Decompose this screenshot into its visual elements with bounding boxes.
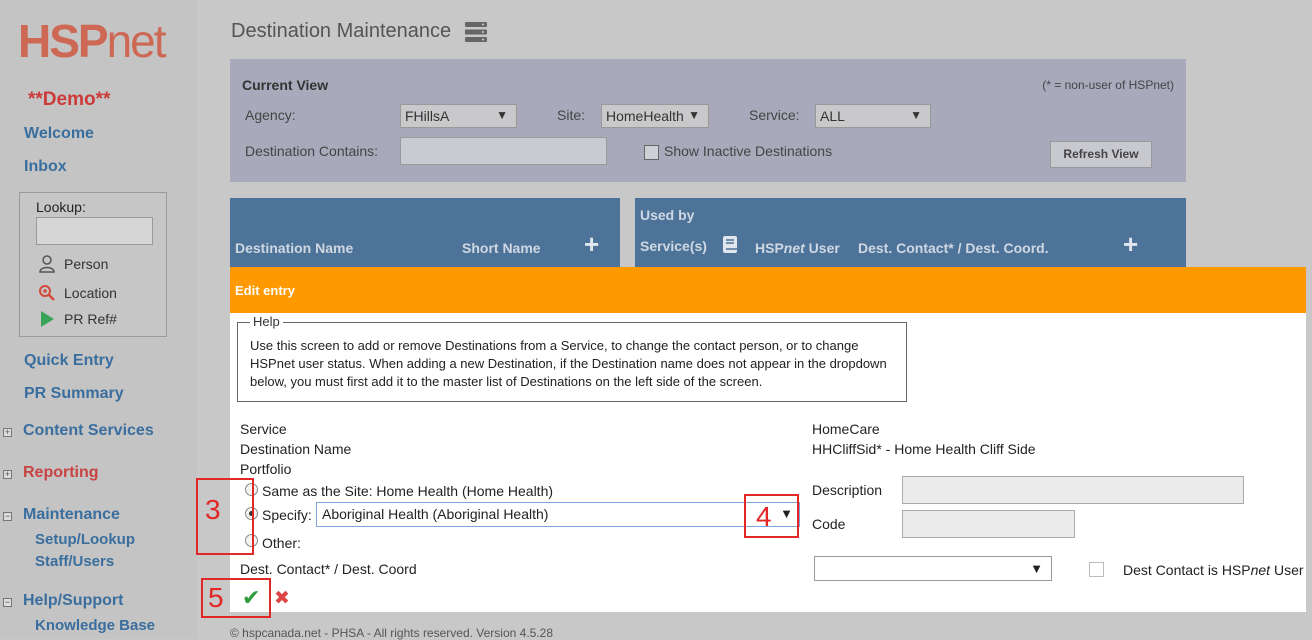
col-short-name[interactable]: Short Name: [462, 240, 541, 256]
portfolio-specify-value: Aboriginal Health (Aboriginal Health): [322, 506, 549, 522]
used-by-label: Used by: [640, 207, 695, 223]
nav-inbox[interactable]: Inbox: [24, 158, 67, 176]
service-select[interactable]: ALL ▼: [815, 104, 931, 128]
person-icon: [38, 255, 56, 273]
nav-staff-users[interactable]: Staff/Users: [35, 553, 114, 570]
annotation-3: 3: [196, 478, 254, 555]
radio-same-as-site-label: Same as the Site: Home Health (Home Heal…: [262, 483, 554, 499]
hspnet-logo[interactable]: HSPnet: [18, 14, 167, 68]
radio-other-label: Other:: [262, 535, 301, 551]
nav-content-services[interactable]: Content Services: [23, 422, 154, 440]
refresh-view-button[interactable]: Refresh View: [1050, 141, 1152, 168]
site-label: Site:: [557, 107, 586, 123]
lookup-pr-ref[interactable]: PR Ref#: [38, 311, 117, 327]
lookup-pr-ref-label: PR Ref#: [64, 311, 117, 327]
service-value: ALL: [820, 108, 845, 124]
col-hspnet-user[interactable]: HSPnet User: [755, 240, 840, 256]
current-view-panel: Current View (* = non-user of HSPnet) Ag…: [230, 59, 1186, 182]
nav-setup-lookup[interactable]: Setup/Lookup: [35, 531, 135, 548]
nav-quick-entry[interactable]: Quick Entry: [24, 352, 114, 370]
portfolio-label: Portfolio: [240, 461, 292, 477]
lookup-person[interactable]: Person: [38, 255, 108, 273]
service-field-label: Service: [240, 421, 287, 437]
destination-name-label: Destination Name: [240, 441, 352, 457]
x-icon[interactable]: ✖: [274, 587, 290, 610]
annotation-4: 4: [744, 494, 799, 538]
collapse-maintenance-icon[interactable]: −: [3, 512, 12, 521]
edit-entry-panel: Help Use this screen to add or remove De…: [230, 313, 1306, 612]
chevron-down-icon: ▼: [910, 108, 922, 122]
agency-select[interactable]: FHillsA ▼: [400, 104, 517, 128]
non-user-note: (* = non-user of HSPnet): [1042, 78, 1174, 92]
radio-specify-label: Specify:: [262, 507, 312, 523]
nav-reporting[interactable]: Reporting: [23, 464, 99, 482]
nav-pr-summary[interactable]: PR Summary: [24, 385, 124, 403]
help-text: Use this screen to add or remove Destina…: [250, 338, 887, 389]
footer: © hspcanada.net - PHSA - All rights rese…: [230, 626, 554, 640]
code-input[interactable]: [902, 510, 1075, 538]
lookup-location[interactable]: Location: [38, 284, 117, 302]
lookup-panel: Lookup: Person Location PR Ref#: [19, 192, 167, 337]
lookup-person-label: Person: [64, 256, 109, 272]
used-by-table-header: Used by Service(s) HSPnet User Dest. Con…: [635, 198, 1186, 267]
description-input[interactable]: [902, 476, 1244, 504]
destination-contains-input[interactable]: [400, 137, 607, 165]
expand-reporting-icon[interactable]: +: [3, 470, 12, 479]
code-label: Code: [812, 516, 846, 532]
dest-contact-is-user-label: Dest Contact is HSPnet User: [1123, 562, 1304, 578]
nav-welcome[interactable]: Welcome: [24, 125, 94, 143]
dest-contact-select[interactable]: ▼: [814, 556, 1052, 581]
help-box: Help Use this screen to add or remove De…: [237, 314, 907, 402]
chevron-down-icon: ▼: [688, 108, 700, 122]
destination-name-value: HHCliffSid* - Home Health Cliff Side: [812, 441, 1036, 457]
annotation-5: 5: [201, 578, 271, 618]
page-title: Destination Maintenance: [231, 20, 452, 42]
portfolio-specify-select[interactable]: Aboriginal Health (Aboriginal Health) ▼: [316, 502, 800, 527]
lookup-label: Lookup:: [36, 199, 86, 215]
edit-entry-bar: Edit entry: [230, 267, 1306, 313]
agency-value: FHillsA: [405, 108, 450, 124]
book-icon[interactable]: [723, 236, 737, 256]
lookup-input[interactable]: [36, 217, 153, 245]
chevron-down-icon: ▼: [496, 108, 508, 122]
site-select[interactable]: HomeHealth ▼: [601, 104, 709, 128]
col-destination-name[interactable]: Destination Name: [235, 240, 353, 256]
col-services[interactable]: Service(s): [640, 238, 707, 254]
nav-knowledge-base[interactable]: Knowledge Base: [35, 617, 155, 634]
col-dest-contact[interactable]: Dest. Contact* / Dest. Coord.: [858, 240, 1049, 256]
destination-table-header: Destination Name Short Name +: [230, 198, 620, 267]
dest-contact-is-user-checkbox[interactable]: [1089, 562, 1104, 577]
dest-contact-label: Dest. Contact* / Dest. Coord: [240, 561, 417, 577]
site-value: HomeHealth: [606, 108, 684, 124]
show-inactive-label: Show Inactive Destinations: [664, 143, 833, 159]
description-label: Description: [812, 482, 883, 498]
collapse-help-support-icon[interactable]: −: [3, 598, 12, 607]
help-legend: Help: [250, 314, 283, 329]
location-search-icon: [38, 284, 56, 302]
service-field-value: HomeCare: [812, 421, 880, 437]
add-used-by-icon[interactable]: +: [1123, 231, 1138, 257]
lookup-location-label: Location: [64, 285, 117, 301]
destination-contains-label: Destination Contains:: [245, 143, 379, 159]
nav-maintenance[interactable]: Maintenance: [23, 506, 120, 524]
server-icon[interactable]: [465, 21, 488, 43]
service-label: Service:: [749, 107, 800, 123]
nav-help-support[interactable]: Help/Support: [23, 592, 123, 610]
agency-label: Agency:: [245, 107, 296, 123]
play-icon: [38, 311, 56, 327]
add-destination-icon[interactable]: +: [584, 231, 599, 257]
sidebar: HSPnet **Demo** Welcome Inbox Lookup: Pe…: [0, 0, 197, 639]
current-view-title: Current View: [242, 77, 329, 93]
chevron-down-icon: ▼: [1030, 561, 1043, 576]
expand-content-services-icon[interactable]: +: [3, 428, 12, 437]
page-title-row: Destination Maintenance: [231, 20, 488, 43]
show-inactive-checkbox[interactable]: [644, 145, 659, 160]
demo-label: **Demo**: [28, 89, 111, 110]
